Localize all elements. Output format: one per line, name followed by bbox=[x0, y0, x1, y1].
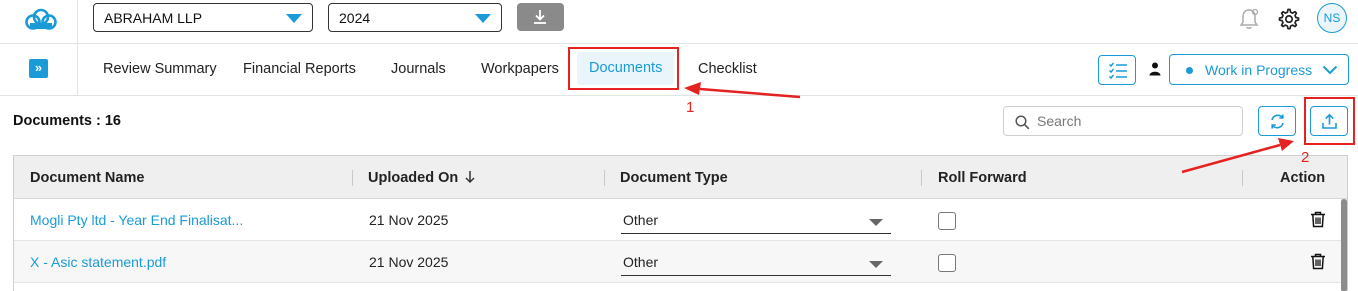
annotation-arrow-2 bbox=[1181, 143, 1281, 174]
annotation-arrows bbox=[684, 82, 1294, 174]
annotation-arrow-1 bbox=[699, 87, 801, 99]
